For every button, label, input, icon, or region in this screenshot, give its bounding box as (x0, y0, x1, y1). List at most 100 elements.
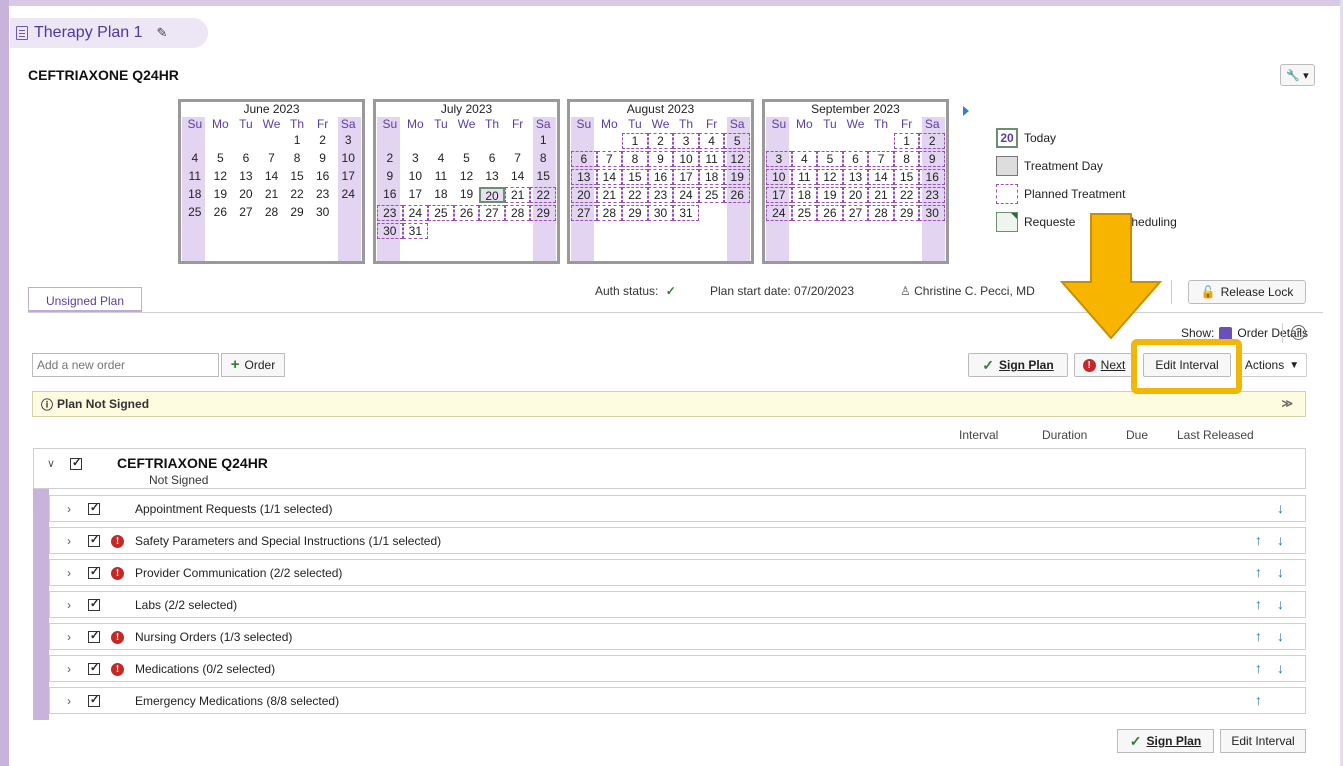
calendar-day[interactable]: 6 (571, 151, 597, 167)
calendar-day[interactable]: 28 (259, 204, 285, 222)
calendar-day[interactable]: 29 (893, 205, 920, 221)
group-checkbox[interactable] (70, 456, 82, 470)
calendar-day[interactable]: 30 (919, 205, 945, 221)
order-section-row[interactable]: ›! Medications (0/2 selected) ↑ ↓ (49, 655, 1306, 682)
calendar-day[interactable]: 24 (402, 205, 429, 221)
calendar-day[interactable]: 12 (454, 168, 480, 186)
calendar-day[interactable]: 30 (647, 205, 674, 221)
collapse-chevron-icon[interactable]: ≫ (1281, 397, 1293, 410)
section-checkbox[interactable] (88, 597, 100, 611)
calendar-day[interactable]: 23 (919, 187, 945, 203)
footer-edit-interval-button[interactable]: Edit Interval (1220, 729, 1306, 753)
calendar-day[interactable]: 29 (622, 205, 648, 221)
order-section-row[interactable]: ›! Nursing Orders (1/3 selected) ↑ ↓ (49, 623, 1306, 650)
calendar-day[interactable]: 21 (596, 187, 623, 203)
calendar-day[interactable]: 14 (259, 168, 285, 186)
calendar-day[interactable]: 3 (766, 151, 792, 167)
calendar-day[interactable]: 13 (233, 168, 259, 186)
calendar-day[interactable]: 16 (310, 168, 336, 186)
arrow-down-icon[interactable]: ↓ (1277, 532, 1284, 548)
calendar-day[interactable]: 16 (647, 169, 674, 185)
calendar-day[interactable]: 27 (571, 205, 597, 221)
calendar-day[interactable]: 10 (335, 150, 361, 168)
add-order-input[interactable] (32, 353, 219, 377)
calendar-day[interactable]: 16 (919, 169, 945, 185)
calendar-day[interactable]: 25 (698, 187, 725, 203)
calendar-day[interactable]: 17 (403, 186, 429, 204)
calendar-day[interactable]: 7 (505, 150, 531, 168)
calendar-day[interactable]: 1 (893, 133, 920, 149)
calendar-day[interactable]: 18 (698, 169, 725, 185)
arrow-down-icon[interactable]: ↓ (1277, 628, 1284, 644)
arrow-down-icon[interactable]: ↓ (1277, 596, 1284, 612)
sign-plan-button[interactable]: ✓ Sign Plan (968, 353, 1068, 377)
calendar-day[interactable]: 13 (479, 168, 505, 186)
calendar-day[interactable]: 2 (377, 150, 403, 168)
calendar-day[interactable]: 2 (919, 133, 945, 149)
chevron-right-icon[interactable]: › (67, 662, 71, 676)
pencil-icon[interactable]: ✎ (157, 25, 168, 41)
next-button[interactable]: ! Next (1074, 353, 1134, 377)
arrow-down-icon[interactable]: ↓ (1277, 500, 1284, 516)
calendar-day[interactable]: 19 (208, 186, 234, 204)
calendar-day[interactable]: 12 (817, 169, 843, 185)
calendar-day[interactable]: 9 (377, 168, 403, 186)
calendar-day[interactable]: 17 (673, 169, 699, 185)
calendar-day[interactable]: 10 (766, 169, 792, 185)
calendar-day[interactable]: 2 (310, 132, 336, 150)
calendar-day[interactable]: 22 (284, 186, 310, 204)
chevron-right-icon[interactable]: › (67, 598, 71, 612)
calendar-day[interactable]: 20 (842, 187, 869, 203)
calendar-day[interactable]: 8 (622, 151, 648, 167)
calendar-day[interactable]: 13 (571, 169, 597, 185)
calendar-day[interactable]: 5 (817, 151, 843, 167)
order-details-checkbox[interactable] (1219, 326, 1233, 340)
calendar-day[interactable]: 26 (817, 205, 843, 221)
calendar-day[interactable]: 23 (647, 187, 674, 203)
calendar-day[interactable]: 27 (479, 205, 505, 221)
calendar-day[interactable]: 18 (428, 186, 454, 204)
section-checkbox[interactable] (88, 661, 100, 675)
calendar-day[interactable]: 11 (182, 168, 208, 186)
calendar-day[interactable]: 20 (233, 186, 259, 204)
calendar-day[interactable]: 26 (453, 205, 480, 221)
release-lock-button[interactable]: 🔓 Release Lock (1188, 280, 1306, 304)
group-header[interactable]: ∨ CEFTRIAXONE Q24HR Not Signed (33, 448, 1306, 489)
calendar-day[interactable]: 11 (698, 151, 725, 167)
calendar-day[interactable]: 30 (310, 204, 336, 222)
calendar-day[interactable]: 12 (724, 151, 750, 167)
calendar-day[interactable]: 19 (817, 187, 843, 203)
section-checkbox[interactable] (88, 565, 100, 579)
calendar-day[interactable]: 25 (428, 205, 454, 221)
calendar-day[interactable]: 9 (919, 151, 945, 167)
provider-info[interactable]: ♙ Christine C. Pecci, MD (900, 284, 1035, 298)
calendar-day[interactable]: 18 (182, 186, 208, 204)
calendar-day[interactable]: 7 (596, 151, 623, 167)
calendar-day[interactable]: 23 (310, 186, 336, 204)
calendar-day[interactable]: 24 (766, 205, 792, 221)
chevron-right-icon[interactable]: › (67, 566, 71, 580)
calendar-day[interactable]: 21 (504, 187, 531, 203)
calendar-day[interactable]: 3 (335, 132, 361, 150)
order-section-row[interactable]: ›! Provider Communication (2/2 selected) ↑… (49, 559, 1306, 586)
calendar-day[interactable]: 13 (842, 169, 869, 185)
calendar-day[interactable]: 5 (724, 133, 750, 149)
arrow-up-icon[interactable]: ↑ (1255, 564, 1262, 580)
calendar-day[interactable]: 15 (622, 169, 648, 185)
calendar-day[interactable]: 6 (233, 150, 259, 168)
calendar-day[interactable]: 12 (208, 168, 234, 186)
calendar-day[interactable]: 29 (530, 205, 556, 221)
tab-unsigned-plan[interactable]: Unsigned Plan (28, 287, 142, 313)
calendar-day[interactable]: 14 (596, 169, 623, 185)
calendar-day[interactable]: 27 (233, 204, 259, 222)
calendar-day[interactable]: 4 (791, 151, 818, 167)
arrow-up-icon[interactable]: ↑ (1255, 628, 1262, 644)
arrow-down-icon[interactable]: ↓ (1277, 660, 1284, 676)
order-button[interactable]: + Order (221, 353, 285, 377)
calendar-day[interactable]: 11 (428, 168, 454, 186)
calendar-day[interactable]: 17 (335, 168, 361, 186)
calendar-day[interactable]: 18 (791, 187, 818, 203)
calendar-day[interactable]: 14 (505, 168, 531, 186)
help-icon[interactable]: ? (1291, 325, 1306, 340)
calendar-day[interactable]: 31 (402, 223, 429, 239)
